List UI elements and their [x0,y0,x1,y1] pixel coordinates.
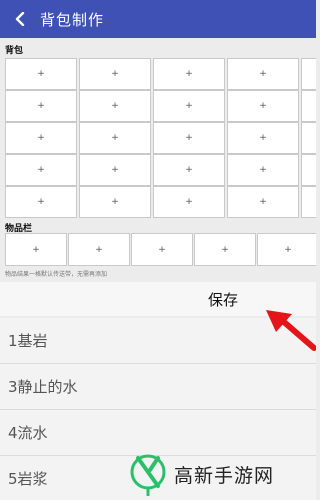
bag-slot[interactable]: + [79,90,151,122]
bag-slot[interactable]: + [5,58,77,90]
bag-slot[interactable]: + [153,90,225,122]
item-bar-grid: + + + + + [5,233,316,266]
bag-slot[interactable]: + [153,154,225,186]
bag-slot[interactable]: + [153,186,225,218]
bag-slot[interactable]: + [5,154,77,186]
bag-slot[interactable]: + [301,90,316,122]
page-title: 背包制作 [40,10,105,29]
bag-slot[interactable]: + [301,186,316,218]
bag-slot[interactable]: + [79,58,151,90]
block-list-item[interactable]: 3静止的水 [0,364,316,410]
back-arrow-icon[interactable] [0,0,40,38]
watermark: 高新手游网 [128,448,316,500]
item-slot[interactable]: + [131,233,193,266]
bag-section-label: 背包 [5,46,24,56]
bag-slot[interactable]: + [227,122,299,154]
watermark-text: 高新手游网 [174,464,275,487]
bag-slot[interactable]: + [79,186,151,218]
app-bar: 背包制作 [0,0,316,38]
bag-slot[interactable]: + [301,122,316,154]
bag-slot[interactable]: + [301,154,316,186]
bag-slot[interactable]: + [301,58,316,90]
bag-slot[interactable]: + [153,122,225,154]
bag-grid: +++++++++++++++++++++++++ [5,58,316,218]
bag-slot[interactable]: + [79,122,151,154]
bag-slot[interactable]: + [79,154,151,186]
item-slot[interactable]: + [68,233,130,266]
item-slot[interactable]: + [257,233,316,266]
bag-slot[interactable]: + [227,186,299,218]
bag-slot[interactable]: + [227,90,299,122]
bag-slot[interactable]: + [5,122,77,154]
item-slot[interactable]: + [5,233,67,266]
item-bar-hint: 物品结果一格默认传送带，无需再添加 [5,271,108,278]
item-slot[interactable]: + [194,233,256,266]
red-arrow-icon [266,310,316,351]
bag-slot[interactable]: + [227,58,299,90]
bag-slot[interactable]: + [153,58,225,90]
watermark-logo-icon [130,454,166,496]
bag-slot[interactable]: + [227,154,299,186]
bag-slot[interactable]: + [5,90,77,122]
bag-slot[interactable]: + [5,186,77,218]
